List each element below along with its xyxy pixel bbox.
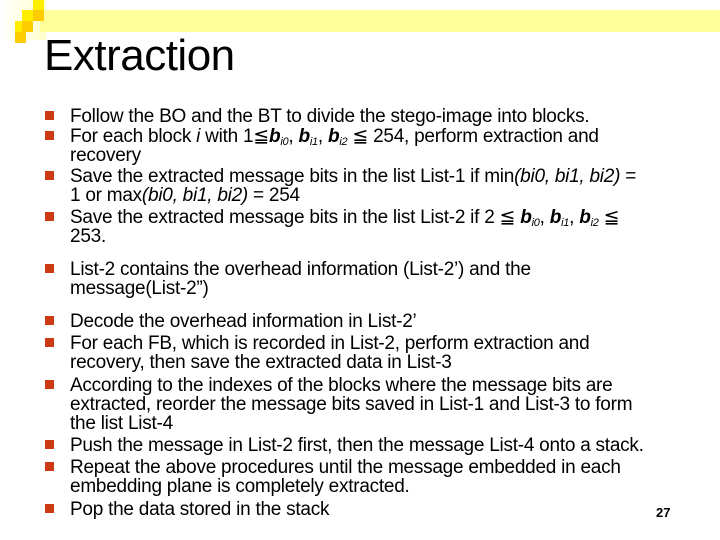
square-bullet-icon (45, 171, 54, 180)
item-text: For each block i with 1≦bi0, bi1, bi2 ≦ … (70, 126, 599, 148)
slide-title: Extraction (44, 31, 235, 80)
text-run: , (569, 207, 580, 228)
decor-square (22, 21, 33, 32)
square-bullet-icon (45, 131, 54, 140)
item-text: extracted, reorder the message bits save… (70, 394, 633, 415)
math-subscript: i0 (531, 217, 540, 229)
math-subscript: i1 (309, 136, 318, 148)
square-bullet-icon (45, 380, 54, 389)
square-bullet-icon (45, 316, 54, 325)
math-var: b (520, 207, 532, 228)
square-bullet-icon (45, 212, 54, 221)
text-run: , (288, 126, 299, 147)
square-bullet-icon (45, 440, 54, 449)
math-var: b (549, 207, 562, 228)
item-text: According to the indexes of the blocks w… (70, 375, 613, 396)
math-var: b (268, 126, 281, 147)
math-subscript: i1 (561, 217, 570, 229)
text-run: = 254 (248, 185, 300, 206)
item-text: recovery, then save the extracted data i… (70, 352, 452, 373)
math-subscript: i2 (590, 217, 599, 229)
item-text: 253. (70, 226, 106, 247)
text-run: = (620, 166, 637, 187)
text-run: with 1≦ (200, 126, 269, 147)
item-text: Save the extracted message bits in the l… (70, 207, 620, 229)
page-number: 27 (656, 505, 671, 520)
item-text: Save the extracted message bits in the l… (70, 167, 636, 186)
item-text: Decode the overhead information in List-… (70, 311, 417, 332)
item-text: Push the message in List-2 first, then t… (70, 435, 644, 456)
item-text: Pop the data stored in the stack (70, 499, 330, 520)
square-bullet-icon (45, 264, 54, 273)
square-bullet-icon (45, 504, 54, 513)
decor-square (15, 32, 26, 43)
math-var: b (298, 126, 310, 147)
text-run: For each block (70, 126, 197, 147)
text-run: Save the extracted message bits in the l… (70, 166, 515, 187)
item-text: Repeat the above procedures until the me… (70, 457, 621, 478)
math-expression: (bi0, bi1, bi2) (141, 185, 249, 206)
text-run: Save the extracted message bits in the l… (70, 207, 521, 228)
decor-square (33, 10, 44, 21)
item-text: 1 or max(bi0, bi1, bi2) = 254 (70, 186, 300, 205)
item-text: embedding plane is completely extracted. (70, 476, 410, 497)
item-text: Follow the BO and the BT to divide the s… (70, 106, 590, 127)
item-text: For each FB, which is recorded in List-2… (70, 333, 590, 354)
text-run: ≦ 254, perform extraction and (347, 126, 599, 147)
text-run: 1 or max (70, 185, 142, 206)
text-run: , (317, 126, 328, 147)
math-expression: (bi0, bi1, bi2) (514, 166, 621, 187)
math-var: b (327, 126, 340, 147)
square-bullet-icon (45, 338, 54, 347)
text-run: , (539, 207, 550, 228)
square-bullet-icon (45, 111, 54, 120)
decor-square (22, 10, 33, 21)
item-text: the list List-4 (70, 413, 173, 434)
text-run: ≦ (598, 207, 620, 228)
item-text: recovery (70, 145, 141, 166)
item-text: List-2 contains the overhead information… (70, 259, 531, 280)
square-bullet-icon (45, 462, 54, 471)
math-var: b (579, 207, 591, 228)
item-text: message(List-2”) (70, 278, 209, 299)
